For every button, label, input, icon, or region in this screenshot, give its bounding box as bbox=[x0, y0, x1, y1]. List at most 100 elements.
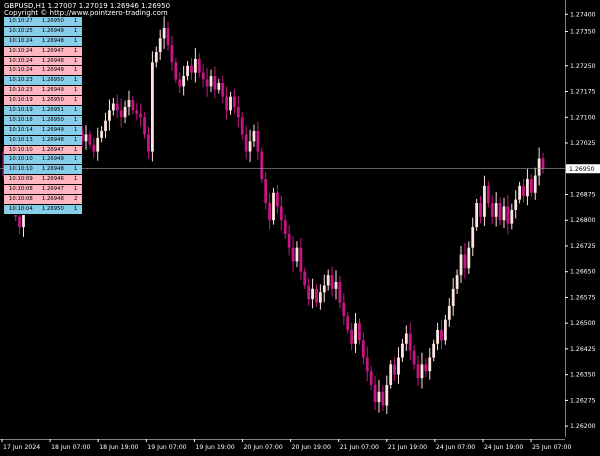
candle bbox=[190, 57, 193, 80]
tick-price: 1.26950 bbox=[42, 18, 64, 24]
candle bbox=[244, 125, 248, 160]
tick-volume: 1 bbox=[74, 166, 78, 173]
tick-table: 10:10:27 1.26950 1 10:10:25 1.26949 1 10:10:24… bbox=[4, 17, 82, 215]
candle bbox=[276, 184, 279, 214]
tick-row: 10:10:23 1.26949 1 bbox=[4, 86, 82, 97]
tick-time: 10:10:25 bbox=[9, 27, 33, 34]
candle bbox=[221, 75, 225, 104]
svg-text:1.26950: 1.26950 bbox=[569, 166, 595, 173]
candle bbox=[256, 121, 260, 161]
price-tick-label: 1.27100 bbox=[570, 114, 596, 121]
tick-row: 10:10:08 1.26947 1 bbox=[4, 185, 82, 196]
candle bbox=[420, 352, 424, 389]
candle bbox=[182, 65, 186, 96]
candle bbox=[166, 21, 170, 51]
candle bbox=[315, 283, 318, 307]
price-tick-label: 1.26575 bbox=[570, 294, 596, 301]
tick-time: 10:10:10 bbox=[9, 146, 33, 153]
candle bbox=[162, 16, 166, 49]
candle bbox=[303, 267, 307, 290]
tick-time: 10:10:23 bbox=[9, 87, 33, 94]
candle bbox=[533, 167, 537, 200]
tick-volume: 1 bbox=[74, 57, 78, 64]
candlestick-chart[interactable] bbox=[0, 0, 565, 437]
tick-price: 1.26950 bbox=[42, 77, 64, 84]
candle bbox=[217, 78, 221, 94]
price-tick-label: 1.27250 bbox=[570, 63, 596, 70]
price-tick-label: 1.26650 bbox=[570, 269, 596, 276]
candle bbox=[381, 385, 385, 412]
candle bbox=[350, 322, 354, 351]
tick-price: 1.26949 bbox=[42, 27, 64, 34]
tick-volume: 1 bbox=[74, 97, 78, 104]
candle bbox=[123, 100, 127, 124]
candle bbox=[479, 195, 482, 224]
tick-row: 10:10:25 1.26949 1 bbox=[4, 26, 82, 37]
candle bbox=[475, 198, 479, 231]
candle bbox=[111, 97, 115, 116]
tick-price: 1.26947 bbox=[42, 186, 64, 193]
tick-volume: 1 bbox=[74, 126, 78, 133]
candle bbox=[463, 242, 467, 279]
tick-row: 10:10:24 1.26949 1 bbox=[4, 66, 82, 77]
tick-row: 10:10:23 1.26950 1 bbox=[4, 76, 82, 87]
candle bbox=[416, 355, 420, 386]
tick-price: 1.26948 bbox=[42, 166, 64, 173]
tick-time: 10:10:09 bbox=[9, 176, 33, 183]
candle bbox=[401, 338, 404, 362]
tick-price: 1.26947 bbox=[42, 146, 64, 153]
candle bbox=[404, 325, 408, 351]
candle bbox=[506, 194, 510, 235]
candle bbox=[84, 125, 88, 150]
candle bbox=[365, 346, 369, 382]
price-tick-label: 1.26200 bbox=[570, 423, 596, 430]
price-tick-label: 1.26875 bbox=[570, 191, 596, 198]
candle bbox=[225, 86, 229, 120]
tick-time: 10:10:19 bbox=[9, 107, 33, 114]
candle bbox=[467, 241, 471, 275]
candle bbox=[377, 380, 381, 413]
price-axis-labels: 1.27400 1.27350 1.27250 1.27175 1.27100 1.270… bbox=[564, 0, 600, 437]
time-axis[interactable]: 17 Jun 2024 18 Jun 07:00 18 Jun 19:00 19 Ju… bbox=[0, 437, 600, 451]
candle bbox=[502, 197, 506, 228]
price-tick-label: 1.26350 bbox=[570, 372, 596, 379]
tick-time: 10:10:23 bbox=[9, 77, 33, 84]
candle bbox=[139, 103, 143, 127]
candle bbox=[147, 126, 150, 159]
candle bbox=[143, 112, 146, 139]
candle bbox=[299, 238, 303, 281]
tick-volume: 1 bbox=[74, 107, 78, 114]
candle bbox=[279, 195, 283, 231]
tick-volume: 1 bbox=[74, 205, 78, 212]
price-chart[interactable]: GBPUSD,H1 1.27007 1.27019 1.26946 1.2695… bbox=[0, 0, 565, 437]
price-axis[interactable]: 1.27400 1.27350 1.27250 1.27175 1.27100 1.270… bbox=[564, 0, 600, 437]
tick-price: 1.26949 bbox=[42, 87, 64, 94]
tick-volume: 1 bbox=[74, 186, 78, 193]
candle bbox=[96, 127, 100, 161]
candle bbox=[193, 47, 197, 83]
candle bbox=[397, 347, 400, 384]
candle bbox=[158, 29, 162, 60]
candle bbox=[115, 94, 119, 119]
tick-price: 1.26948 bbox=[42, 196, 64, 203]
candle bbox=[318, 284, 322, 310]
tick-row: 10:10:18 1.26950 1 bbox=[4, 115, 82, 126]
candle bbox=[197, 53, 201, 78]
tick-row: 10:10:10 1.26947 1 bbox=[4, 145, 82, 156]
candle bbox=[393, 357, 397, 382]
tick-row: 10:10:13 1.26948 1 bbox=[4, 135, 82, 146]
candle bbox=[432, 339, 436, 362]
tick-price: 1.26951 bbox=[42, 107, 64, 114]
tick-time: 10:10:04 bbox=[9, 205, 33, 212]
tick-time: 10:10:24 bbox=[9, 37, 33, 44]
tick-time: 10:10:08 bbox=[9, 196, 33, 203]
tick-volume: 1 bbox=[74, 87, 78, 94]
candle bbox=[229, 91, 232, 115]
tick-price: 1.26950 bbox=[42, 116, 64, 123]
candle bbox=[459, 245, 463, 283]
candle bbox=[338, 275, 342, 309]
candle bbox=[88, 130, 92, 149]
candle bbox=[170, 35, 174, 71]
candle bbox=[443, 314, 447, 345]
candle bbox=[518, 181, 522, 204]
